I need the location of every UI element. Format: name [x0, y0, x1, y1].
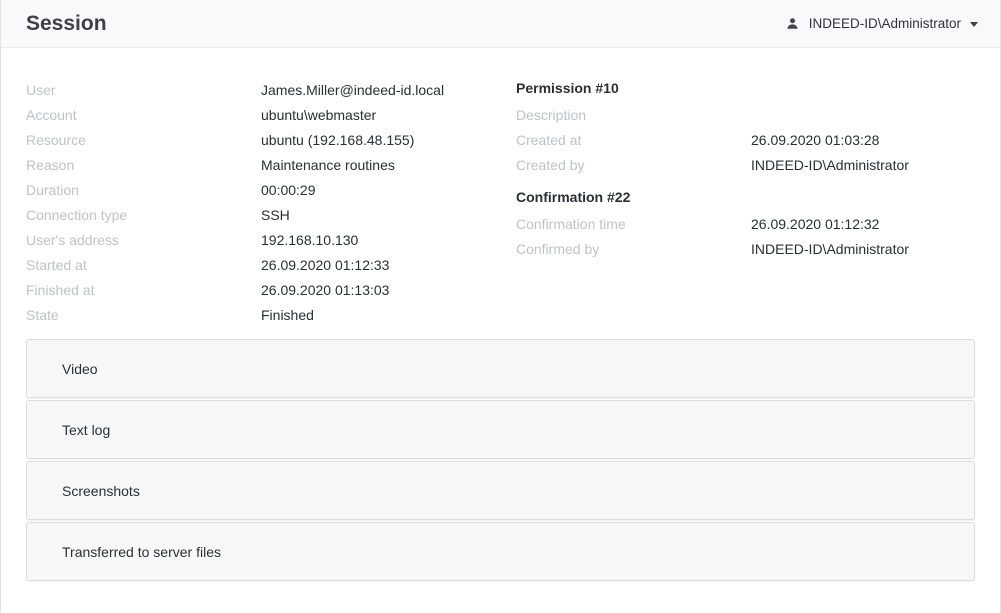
detail-label: User's address	[26, 232, 261, 248]
accordion-section-screenshots[interactable]: Screenshots	[26, 461, 975, 520]
detail-value: INDEED-ID\Administrator	[751, 157, 909, 173]
accordion-section-text-log[interactable]: Text log	[26, 400, 975, 459]
page-title: Session	[26, 12, 107, 36]
detail-label: User	[26, 82, 261, 98]
user-menu-label: INDEED-ID\Administrator	[809, 16, 961, 31]
detail-value: ubuntu (192.168.48.155)	[261, 132, 414, 148]
detail-row-description: Description	[516, 102, 975, 127]
detail-value: Finished	[261, 307, 314, 323]
session-content: User James.Miller@indeed-id.local Accoun…	[1, 48, 1000, 581]
detail-label: Reason	[26, 157, 261, 173]
detail-label: Confirmed by	[516, 241, 751, 257]
detail-value: 26.09.2020 01:12:32	[751, 216, 879, 232]
detail-row-reason: Reason Maintenance routines	[26, 152, 516, 177]
detail-value: James.Miller@indeed-id.local	[261, 82, 444, 98]
person-icon	[784, 15, 801, 32]
detail-row-confirmation-time: Confirmation time 26.09.2020 01:12:32	[516, 211, 975, 236]
detail-value: Maintenance routines	[261, 157, 395, 173]
details-grid: User James.Miller@indeed-id.local Accoun…	[26, 77, 975, 327]
detail-label: Confirmation time	[516, 216, 751, 232]
accordion-section-transferred-files[interactable]: Transferred to server files	[26, 522, 975, 581]
detail-row-created-by: Created by INDEED-ID\Administrator	[516, 152, 975, 177]
accordion-section-label: Screenshots	[62, 483, 140, 499]
detail-row-account: Account ubuntu\webmaster	[26, 102, 516, 127]
session-details: User James.Miller@indeed-id.local Accoun…	[26, 77, 516, 327]
detail-label: State	[26, 307, 261, 323]
detail-row-users-address: User's address 192.168.10.130	[26, 227, 516, 252]
detail-label: Finished at	[26, 282, 261, 298]
detail-value: SSH	[261, 207, 290, 223]
permission-section: Permission #10 Description Created at 26…	[516, 77, 975, 177]
page-header: Session INDEED-ID\Administrator	[1, 0, 1000, 48]
detail-value: 26.09.2020 01:13:03	[261, 282, 389, 298]
detail-label: Description	[516, 107, 751, 123]
detail-row-created-at: Created at 26.09.2020 01:03:28	[516, 127, 975, 152]
detail-row-duration: Duration 00:00:29	[26, 177, 516, 202]
accordion-section-label: Video	[62, 361, 98, 377]
confirmation-heading: Confirmation #22	[516, 186, 975, 211]
detail-row-user: User James.Miller@indeed-id.local	[26, 77, 516, 102]
detail-label: Started at	[26, 257, 261, 273]
detail-value: 00:00:29	[261, 182, 316, 198]
accordion-section-label: Text log	[62, 422, 110, 438]
session-artifacts-accordion: Video Text log Screenshots Transferred t…	[26, 339, 975, 581]
detail-label: Resource	[26, 132, 261, 148]
detail-value: ubuntu\webmaster	[261, 107, 376, 123]
accordion-section-video[interactable]: Video	[26, 339, 975, 398]
caret-down-icon	[970, 22, 978, 27]
confirmation-section: Confirmation #22 Confirmation time 26.09…	[516, 186, 975, 261]
detail-label: Account	[26, 107, 261, 123]
detail-row-state: State Finished	[26, 302, 516, 327]
detail-value: 26.09.2020 01:12:33	[261, 257, 389, 273]
accordion-section-label: Transferred to server files	[62, 544, 221, 560]
detail-row-connection-type: Connection type SSH	[26, 202, 516, 227]
detail-label: Created by	[516, 157, 751, 173]
permission-heading: Permission #10	[516, 77, 975, 102]
detail-row-confirmed-by: Confirmed by INDEED-ID\Administrator	[516, 236, 975, 261]
detail-label: Created at	[516, 132, 751, 148]
detail-label: Connection type	[26, 207, 261, 223]
detail-row-finished-at: Finished at 26.09.2020 01:13:03	[26, 277, 516, 302]
session-page: Session INDEED-ID\Administrator User Jam…	[0, 0, 1001, 613]
detail-row-started-at: Started at 26.09.2020 01:12:33	[26, 252, 516, 277]
detail-row-resource: Resource ubuntu (192.168.48.155)	[26, 127, 516, 152]
detail-value: 192.168.10.130	[261, 232, 358, 248]
permission-column: Permission #10 Description Created at 26…	[516, 77, 975, 327]
user-menu[interactable]: INDEED-ID\Administrator	[784, 15, 978, 32]
detail-label: Duration	[26, 182, 261, 198]
detail-value: INDEED-ID\Administrator	[751, 241, 909, 257]
detail-value: 26.09.2020 01:03:28	[751, 132, 879, 148]
